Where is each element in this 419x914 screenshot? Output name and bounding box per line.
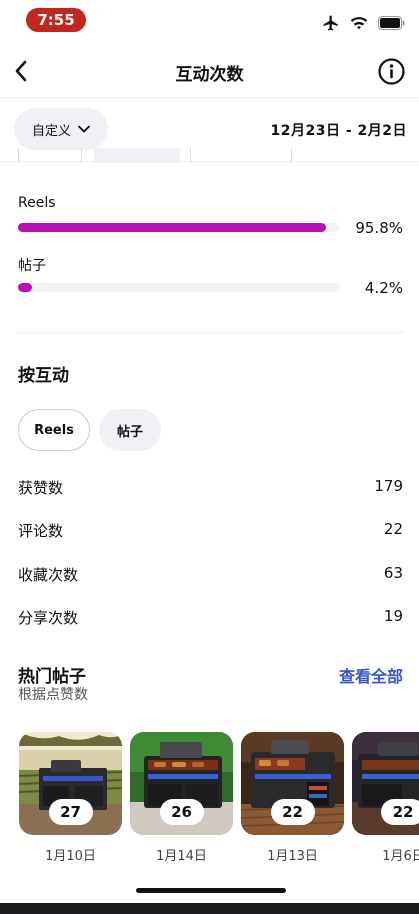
post-thumbnail[interactable]: 27 bbox=[19, 732, 122, 835]
post-thumbnail[interactable]: 22 bbox=[241, 732, 344, 835]
bar-label-reels: Reels bbox=[18, 195, 56, 211]
battery-icon bbox=[378, 16, 405, 30]
bar-track-reels bbox=[18, 223, 340, 232]
post-thumbnail[interactable]: 26 bbox=[130, 732, 233, 835]
divider bbox=[18, 332, 403, 333]
metric-label: 评论数 bbox=[18, 522, 64, 540]
chevron-down-icon bbox=[78, 125, 90, 133]
post-date: 1月14日 bbox=[156, 849, 207, 864]
date-range: 12月23日 - 2月2日 bbox=[270, 123, 407, 139]
wifi-icon bbox=[350, 17, 368, 30]
post-date: 1月6日 bbox=[382, 849, 419, 864]
bar-fill-reels bbox=[18, 223, 327, 232]
spacer bbox=[0, 163, 419, 175]
bottom-edge bbox=[0, 903, 419, 914]
tab-posts[interactable]: 帖子 bbox=[99, 409, 161, 451]
status-time: 7:55 bbox=[26, 8, 86, 32]
post-thumbnail[interactable]: 22 bbox=[352, 732, 419, 835]
airplane-icon bbox=[323, 15, 338, 31]
metric-label: 获赞数 bbox=[18, 479, 64, 497]
metric-row-saves: 收藏次数 63 bbox=[18, 564, 403, 588]
bar-percent-reels: 95.8% bbox=[355, 219, 403, 237]
metric-row-likes: 获赞数 179 bbox=[18, 477, 403, 501]
bar-label-posts: 帖子 bbox=[18, 258, 46, 274]
metric-value: 19 bbox=[383, 607, 403, 625]
metric-value: 63 bbox=[383, 564, 403, 582]
status-icons bbox=[322, 14, 405, 32]
bar-fill-posts bbox=[18, 283, 32, 292]
status-bar: 7:55 bbox=[0, 0, 419, 44]
metric-label: 收藏次数 bbox=[18, 566, 79, 584]
section-title-by-interaction: 按互动 bbox=[18, 366, 69, 386]
metric-row-shares: 分享次数 19 bbox=[18, 607, 403, 631]
like-count-badge: 22 bbox=[270, 799, 315, 825]
custom-range-label: 自定义 bbox=[31, 123, 71, 139]
bar-percent-posts: 4.2% bbox=[364, 279, 403, 297]
post-date: 1月10日 bbox=[45, 849, 96, 864]
page-title: 互动次数 bbox=[175, 65, 244, 85]
bar-track-posts bbox=[18, 283, 340, 292]
metric-value: 179 bbox=[374, 477, 403, 495]
post-date: 1月13日 bbox=[267, 849, 318, 864]
metric-row-comments: 评论数 22 bbox=[18, 520, 403, 544]
home-indicator bbox=[136, 888, 286, 893]
tab-reels[interactable]: Reels bbox=[18, 409, 90, 451]
custom-range-dropdown[interactable]: 自定义 bbox=[14, 108, 108, 150]
top-posts-subtitle: 根据点赞数 bbox=[18, 687, 88, 703]
metric-value: 22 bbox=[383, 520, 403, 538]
nav-bar: 互动次数 bbox=[0, 44, 419, 98]
info-icon bbox=[378, 58, 405, 85]
like-count-badge: 27 bbox=[48, 799, 93, 825]
see-all-link[interactable]: 查看全部 bbox=[339, 663, 403, 687]
info-button[interactable] bbox=[378, 58, 405, 85]
like-count-badge: 22 bbox=[381, 799, 419, 825]
metric-label: 分享次数 bbox=[18, 609, 79, 627]
like-count-badge: 26 bbox=[159, 799, 204, 825]
